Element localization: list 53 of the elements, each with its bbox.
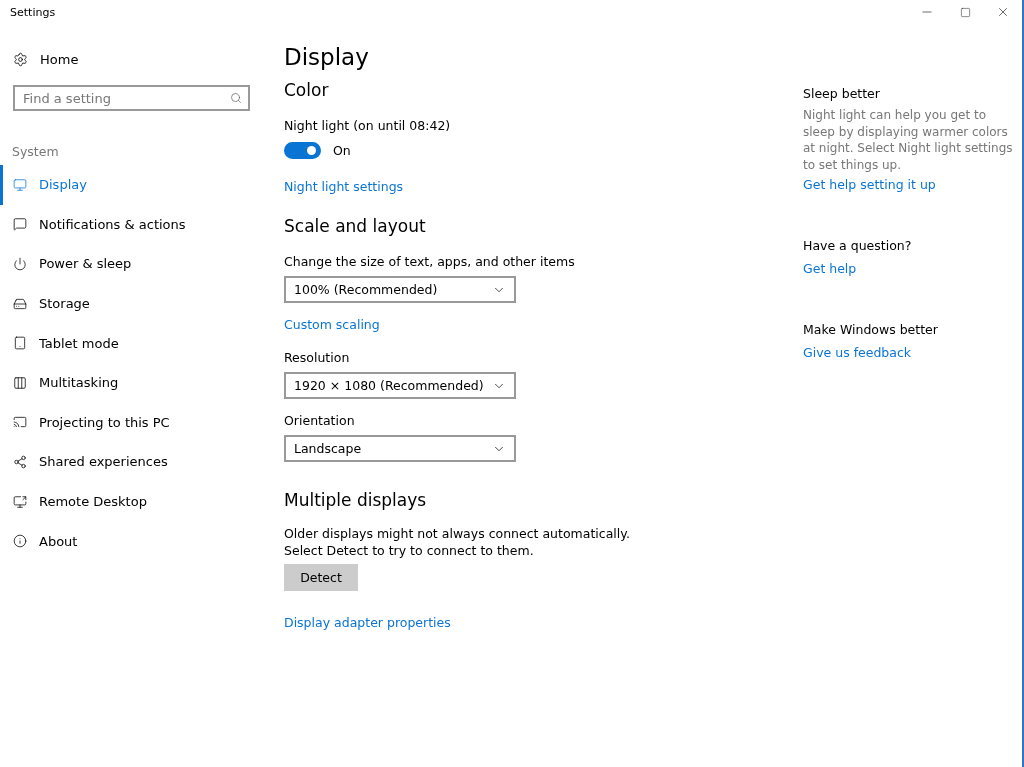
aside-heading: Sleep better <box>803 86 880 101</box>
nav-icon <box>13 375 27 390</box>
nav-item[interactable]: Projecting to this PC <box>0 402 270 443</box>
nav-item[interactable]: Multitasking <box>0 362 270 403</box>
nav-icon <box>13 217 27 232</box>
page-title: Display <box>284 44 369 70</box>
aside-heading: Have a question? <box>803 238 912 253</box>
home-nav-item[interactable]: Home <box>0 48 79 70</box>
size-label: Change the size of text, apps, and other items <box>284 254 575 269</box>
aside-heading: Make Windows better <box>803 322 938 337</box>
nav-icon <box>13 257 27 271</box>
aside-link[interactable]: Get help <box>803 261 857 276</box>
nav-item[interactable]: Display <box>0 165 270 205</box>
adapter-properties-link[interactable]: Display adapter properties <box>284 615 451 630</box>
section-heading: Color <box>284 80 329 100</box>
maximize-icon <box>959 6 971 18</box>
toggle-label: On <box>333 143 351 158</box>
nav-icon <box>13 415 27 430</box>
search-icon <box>230 92 242 104</box>
aside-link[interactable]: Give us feedback <box>803 345 912 360</box>
close-icon <box>996 5 1010 19</box>
nav-icon <box>13 336 27 351</box>
multiple-displays-text: Older displays might not always connect automatically. Select Detect to try to connect to them. <box>284 525 631 559</box>
nav-item[interactable]: Tablet mode <box>0 323 270 363</box>
custom-scaling-link[interactable]: Custom scaling <box>284 317 380 332</box>
nav-icon <box>13 177 27 192</box>
scale-dropdown[interactable]: 100% (Recommended) <box>284 276 516 303</box>
nav-icon <box>13 534 27 549</box>
detect-button[interactable]: Detect <box>284 564 358 591</box>
nav-icon <box>13 454 27 469</box>
nav-item[interactable]: Remote Desktop <box>0 481 270 522</box>
nav-item[interactable]: Power & sleep <box>0 244 270 284</box>
orientation-label: Orientation <box>284 413 355 428</box>
aside-text: Night light can help you get to sleep by displaying warmer colors at night. Select Night light settings to set things up. <box>803 107 1014 173</box>
nav-item[interactable]: About <box>0 521 270 561</box>
window-title: Settings <box>10 5 56 19</box>
orientation-dropdown[interactable]: Landscape <box>284 435 516 462</box>
section-heading: Multiple displays <box>284 490 427 510</box>
section-heading: Scale and layout <box>284 216 426 236</box>
group-heading: System <box>12 144 60 159</box>
nav-item[interactable]: Storage <box>0 283 270 324</box>
night-light-label: Night light (on until 08:42) <box>284 118 451 133</box>
night-light-settings-link[interactable]: Night light settings <box>284 179 404 194</box>
resolution-label: Resolution <box>284 350 350 365</box>
nav-item[interactable]: Shared experiences <box>0 442 270 482</box>
nav-item[interactable]: Notifications & actions <box>0 204 270 245</box>
toggle-switch[interactable] <box>284 142 321 159</box>
search-field[interactable]: Find a setting <box>13 85 250 111</box>
aside-link[interactable]: Get help setting it up <box>803 177 936 192</box>
resolution-dropdown[interactable]: 1920 × 1080 (Recommended) <box>284 372 516 399</box>
nav-icon <box>13 296 27 311</box>
nav-icon <box>13 494 27 509</box>
gear-icon <box>13 51 28 67</box>
